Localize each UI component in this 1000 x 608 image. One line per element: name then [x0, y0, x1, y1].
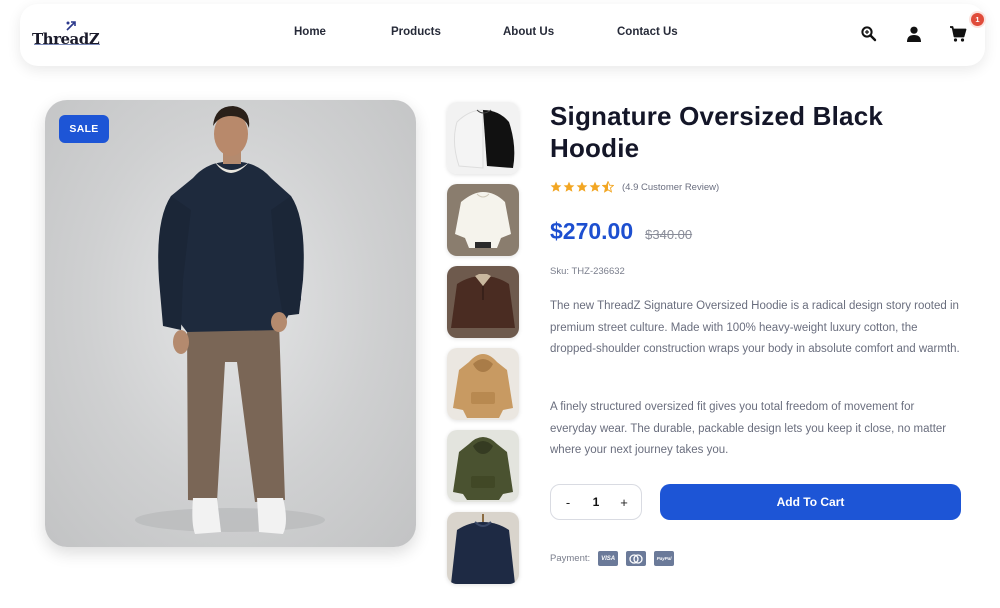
star-icon [589, 181, 601, 192]
model-photo [135, 106, 325, 534]
site-header: ThreadZ Home Products About Us Contact U… [20, 4, 985, 66]
nav-products[interactable]: Products [391, 26, 441, 38]
sale-badge: SALE [59, 115, 109, 143]
product-description-2: A finely structured oversized fit gives … [550, 401, 947, 456]
review-count[interactable]: (4.9 Customer Review) [622, 182, 719, 193]
thumbnail-image [447, 348, 519, 420]
mastercard-icon [626, 551, 647, 566]
nav-about-us[interactable]: About Us [503, 26, 554, 38]
thumbnail-2[interactable] [447, 184, 519, 256]
thumbnail-image [447, 102, 519, 174]
product-rating: (4.9 Customer Review) [550, 180, 719, 194]
thumbnail-5[interactable] [447, 430, 519, 502]
product-title: Signature Oversized Black Hoodie [550, 101, 884, 163]
cart-count-badge: 1 [971, 13, 984, 26]
paypal-icon: PayPal [654, 551, 675, 566]
cart-icon[interactable] [949, 25, 967, 43]
search-icon[interactable] [860, 25, 878, 43]
mastercard-logo [629, 553, 643, 564]
star-icon [563, 181, 575, 192]
quantity-decrease-button[interactable]: - [563, 495, 573, 510]
add-to-cart-button[interactable]: Add To Cart [660, 484, 961, 520]
quantity-increase-button[interactable]: + [619, 495, 629, 510]
payment-label: Payment: [550, 553, 591, 564]
star-rating [550, 181, 614, 193]
price-row: $270.00 $340.00 [550, 218, 692, 245]
thumbnail-1[interactable] [447, 102, 519, 174]
main-nav: Home Products About Us Contact Us [20, 26, 985, 42]
user-icon[interactable] [905, 25, 923, 43]
thumbnail-image [447, 430, 519, 502]
thumbnail-image [447, 512, 519, 584]
visa-icon: VISA [598, 551, 619, 566]
star-icon [576, 181, 588, 192]
logo-underline [34, 44, 100, 45]
thumbnail-3[interactable] [447, 266, 519, 338]
thumbnail-image [447, 266, 519, 338]
thumbnail-4[interactable] [447, 348, 519, 420]
thumbnail-image [447, 184, 519, 256]
star-icon [550, 181, 562, 192]
product-description-1: The new ThreadZ Signature Oversized Hood… [550, 300, 960, 355]
star-half-icon [602, 181, 614, 193]
quantity-stepper: - 1 + [550, 484, 642, 520]
payment-methods: Payment: VISA PayPal [550, 551, 682, 566]
nav-home[interactable]: Home [294, 26, 326, 38]
current-price: $270.00 [550, 218, 634, 244]
product-main-image[interactable]: SALE [45, 100, 416, 547]
original-price: $340.00 [645, 227, 693, 242]
product-sku: Sku: THZ-236632 [550, 266, 625, 277]
nav-contact-us[interactable]: Contact Us [617, 26, 678, 38]
thumbnail-6[interactable] [447, 512, 519, 584]
quantity-value[interactable]: 1 [593, 495, 600, 509]
